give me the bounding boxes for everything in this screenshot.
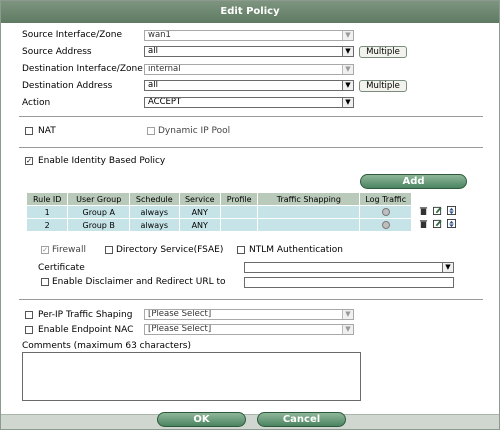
action-select[interactable]: ACCEPT ▼ xyxy=(144,97,354,108)
traffic-shaping-cell xyxy=(257,218,361,232)
divider xyxy=(19,299,483,300)
identity-policy-checkbox[interactable]: ✓ xyxy=(25,157,33,165)
nat-checkbox[interactable] xyxy=(25,127,33,135)
edit-icon[interactable] xyxy=(432,206,442,215)
source-interface-value: wan1 xyxy=(148,30,171,40)
comments-label: Comments (maximum 63 characters) xyxy=(22,341,191,351)
identity-policy-label: Enable Identity Based Policy xyxy=(38,156,166,166)
chevron-down-icon: ▼ xyxy=(342,98,353,107)
source-interface-label: Source Interface/Zone xyxy=(22,30,123,40)
column-header: Log Traffic xyxy=(359,192,412,206)
per-ip-shaping-value: [Please Select] xyxy=(148,309,212,319)
chevron-down-icon: ▼ xyxy=(342,325,353,334)
destination-address-label: Destination Address xyxy=(22,81,113,91)
user-group-cell: Group B xyxy=(67,218,131,232)
log-traffic-radio[interactable] xyxy=(381,208,390,216)
dialog-title: Edit Policy xyxy=(1,1,499,23)
dialog-footer xyxy=(1,414,499,429)
source-address-select[interactable]: all ▼ xyxy=(144,46,354,57)
profile-cell xyxy=(219,205,259,219)
table-header-row: Rule ID User Group Schedule Service Prof… xyxy=(25,192,412,206)
chevron-down-icon: ▼ xyxy=(342,31,353,40)
action-value: ACCEPT xyxy=(148,97,182,107)
directory-service-label: Directory Service(FSAE) xyxy=(116,245,224,255)
schedule-cell: always xyxy=(129,205,180,219)
dynamic-ip-pool-label: Dynamic IP Pool xyxy=(158,126,231,136)
edit-policy-dialog: Edit Policy Source Interface/Zone wan1 ▼… xyxy=(0,0,500,430)
chevron-down-icon: ▼ xyxy=(442,263,453,272)
log-traffic-cell xyxy=(359,205,412,219)
column-header: Rule ID xyxy=(25,192,69,206)
column-header: Schedule xyxy=(129,192,180,206)
table-row[interactable]: 1 Group A always ANY xyxy=(25,205,412,219)
column-header: Service xyxy=(178,192,221,206)
action-label: Action xyxy=(22,98,51,108)
dynamic-ip-pool-checkbox[interactable] xyxy=(147,127,155,135)
certificate-label: Certificate xyxy=(38,263,85,273)
disclaimer-checkbox[interactable] xyxy=(41,278,49,286)
endpoint-nac-select[interactable]: [Please Select] ▼ xyxy=(144,324,354,335)
user-group-cell: Group A xyxy=(67,205,131,219)
endpoint-nac-label: Enable Endpoint NAC xyxy=(38,325,134,335)
per-ip-shaping-label: Per-IP Traffic Shaping xyxy=(38,310,133,320)
column-header: Profile xyxy=(219,192,259,206)
rule-id-cell: 1 xyxy=(25,205,69,219)
chevron-down-icon: ▼ xyxy=(342,47,353,56)
schedule-cell: always xyxy=(129,218,180,232)
firewall-checkbox[interactable]: ✓ xyxy=(41,246,49,254)
cancel-button[interactable]: Cancel xyxy=(257,412,346,427)
column-header: Traffic Shapping xyxy=(257,192,361,206)
source-interface-select[interactable]: wan1 ▼ xyxy=(144,30,354,41)
move-icon[interactable] xyxy=(446,219,456,228)
destination-interface-label: Destination Interface/Zone xyxy=(22,64,143,74)
destination-address-value: all xyxy=(148,80,158,90)
log-traffic-cell xyxy=(359,218,412,232)
row-2-actions xyxy=(418,219,457,229)
source-address-value: all xyxy=(148,46,158,56)
endpoint-nac-value: [Please Select] xyxy=(148,324,212,334)
profile-cell xyxy=(219,218,259,232)
comments-textarea[interactable] xyxy=(22,352,361,401)
column-header: User Group xyxy=(67,192,131,206)
destination-interface-select[interactable]: internal ▼ xyxy=(144,64,354,75)
ok-button[interactable]: OK xyxy=(157,412,246,427)
chevron-down-icon: ▼ xyxy=(342,310,353,319)
traffic-shaping-cell xyxy=(257,205,361,219)
endpoint-nac-checkbox[interactable] xyxy=(25,326,33,334)
destination-multiple-button[interactable]: Multiple xyxy=(359,80,407,92)
destination-interface-value: internal xyxy=(148,64,181,74)
rule-id-cell: 2 xyxy=(25,218,69,232)
per-ip-shaping-checkbox[interactable] xyxy=(25,311,33,319)
disclaimer-label: Enable Disclaimer and Redirect URL to xyxy=(52,277,226,287)
chevron-down-icon: ▼ xyxy=(342,81,353,90)
nat-label: NAT xyxy=(38,126,56,136)
service-cell: ANY xyxy=(178,218,221,232)
trash-icon[interactable] xyxy=(419,206,428,215)
add-button[interactable]: Add xyxy=(360,174,467,189)
trash-icon[interactable] xyxy=(419,219,428,228)
firewall-label: Firewall xyxy=(52,245,86,255)
chevron-down-icon: ▼ xyxy=(342,65,353,74)
divider xyxy=(19,116,483,117)
log-traffic-radio[interactable] xyxy=(381,221,390,229)
destination-address-select[interactable]: all ▼ xyxy=(144,80,354,91)
redirect-url-input[interactable] xyxy=(244,277,454,288)
identity-policy-table: Rule ID User Group Schedule Service Prof… xyxy=(25,192,412,232)
certificate-select[interactable]: ▼ xyxy=(244,262,454,273)
table-row[interactable]: 2 Group B always ANY xyxy=(25,218,412,232)
ntlm-checkbox[interactable] xyxy=(237,246,245,254)
row-1-actions xyxy=(418,206,457,216)
per-ip-shaping-select[interactable]: [Please Select] ▼ xyxy=(144,309,354,320)
directory-service-checkbox[interactable] xyxy=(105,246,113,254)
move-icon[interactable] xyxy=(446,206,456,215)
source-multiple-button[interactable]: Multiple xyxy=(359,46,407,58)
edit-icon[interactable] xyxy=(432,219,442,228)
service-cell: ANY xyxy=(178,205,221,219)
divider xyxy=(19,147,483,148)
source-address-label: Source Address xyxy=(22,47,92,57)
ntlm-label: NTLM Authentication xyxy=(249,245,343,255)
